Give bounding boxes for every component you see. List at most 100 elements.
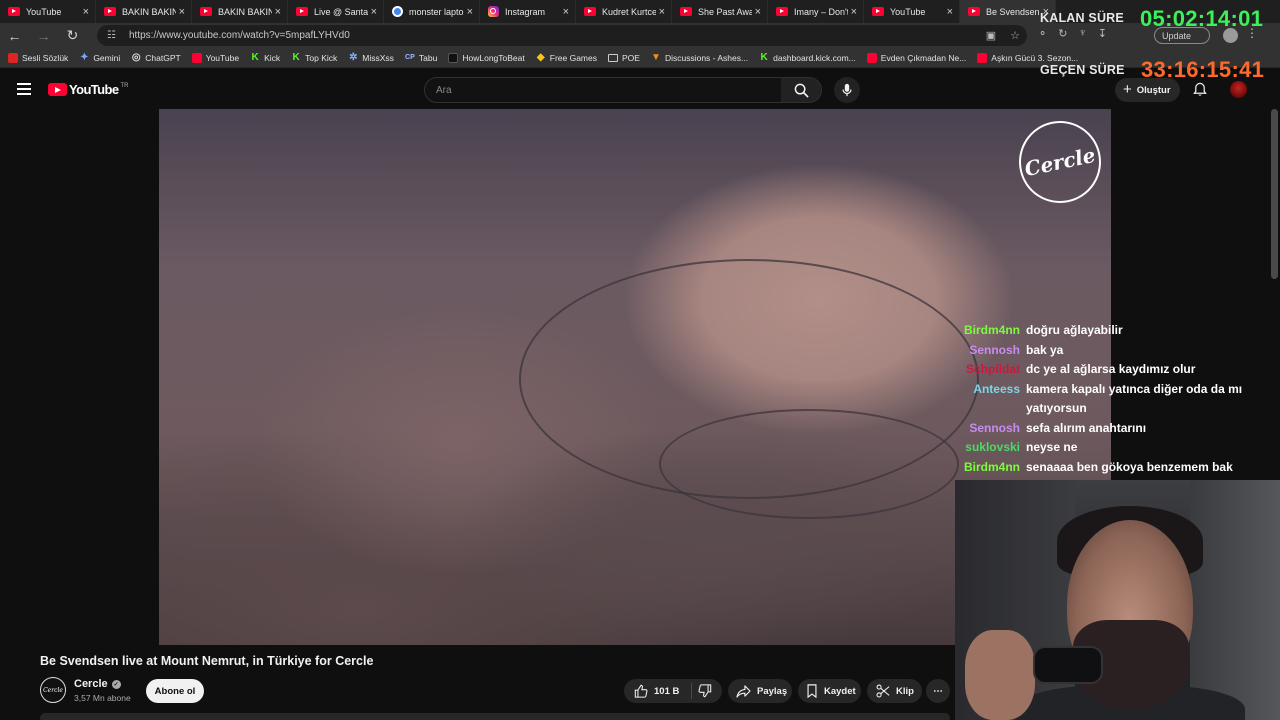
share-label: Paylaş — [757, 685, 788, 697]
bookmark-favicon-icon: ◎ — [131, 52, 141, 63]
bookmark-item[interactable]: K Kick — [250, 52, 280, 63]
close-tab-icon[interactable]: × — [563, 6, 569, 18]
browser-tab[interactable]: She Past Away× — [672, 0, 768, 23]
install-app-icon[interactable]: ▣ — [979, 29, 1003, 42]
bookmark-star-icon[interactable]: ☆ — [1003, 29, 1027, 42]
like-dislike-group: 101 B — [624, 679, 722, 703]
browser-tab[interactable]: Live @ Santa C× — [288, 0, 384, 23]
browser-tab[interactable]: BAKIN BAKIN × — [192, 0, 288, 23]
back-icon[interactable]: ← — [0, 28, 29, 44]
bookmark-label: Tabu — [418, 52, 438, 63]
bookmark-favicon-icon — [8, 52, 18, 63]
tab-title: YouTube — [26, 6, 62, 17]
account-avatar[interactable] — [1230, 81, 1247, 98]
like-button[interactable]: 101 B — [634, 684, 679, 698]
channel-avatar-text: Cercle — [43, 686, 63, 694]
bookmark-item[interactable]: Kdashboard.kick.com... — [759, 52, 856, 63]
browser-tab[interactable]: YouTube × — [0, 0, 96, 23]
close-tab-icon[interactable]: × — [755, 6, 761, 18]
logo-text: YouTube — [69, 82, 119, 97]
microphone-icon — [842, 83, 852, 97]
reload-icon[interactable]: ↻ — [58, 27, 87, 44]
instagram-icon — [488, 6, 499, 17]
bookmark-label: Gemini — [93, 52, 121, 63]
browser-tab[interactable]: Instagram × — [480, 0, 576, 23]
bookmark-favicon-icon: ✦ — [80, 52, 89, 63]
browser-tab[interactable]: Kudret Kurtcel × — [576, 0, 672, 23]
thumbs-down-icon — [698, 684, 712, 698]
browser-tab[interactable]: YouTube × — [864, 0, 960, 23]
save-button[interactable]: Kaydet — [798, 679, 861, 703]
cercle-watermark-logo: Cercle — [1011, 113, 1109, 211]
address-bar[interactable]: ☷ https://www.youtube.com/watch?v=5mpafL… — [97, 25, 1027, 46]
bookmark-label: Sesli Sözlük — [22, 52, 69, 63]
webcam-background — [1190, 480, 1280, 720]
close-tab-icon[interactable]: × — [659, 6, 665, 18]
chat-message: Sennosh bak ya — [960, 341, 1260, 361]
bookmark-item[interactable]: Evden Çıkmadan Ne... — [866, 52, 966, 63]
bookmark-item[interactable]: HowLongToBeat — [448, 52, 525, 63]
scissors-icon — [876, 684, 890, 698]
bookmark-favicon-icon — [191, 52, 202, 63]
bookmark-item[interactable]: ◆ Free Games — [536, 52, 597, 63]
browser-tab[interactable]: BAKIN BAKIN × — [96, 0, 192, 23]
bookmark-favicon-icon — [608, 53, 618, 62]
bookmark-item[interactable]: YouTube — [191, 52, 239, 63]
bookmark-item[interactable]: ✦ Gemini — [79, 52, 121, 63]
close-tab-icon[interactable]: × — [947, 6, 953, 18]
channel-name[interactable]: Cercle ✓ — [74, 678, 121, 690]
bookmark-favicon-icon: ▼ — [651, 52, 661, 63]
forward-icon[interactable]: → — [29, 28, 58, 44]
remaining-time-label: KALAN SÜRE — [1040, 11, 1124, 25]
description-box[interactable] — [40, 713, 950, 720]
tab-title: BAKIN BAKIN — [218, 6, 272, 17]
youtube-icon — [584, 7, 596, 16]
bookmark-item[interactable]: ◎ ChatGPT — [131, 52, 181, 63]
close-tab-icon[interactable]: × — [371, 6, 377, 18]
more-actions-button[interactable]: ⋯ — [926, 679, 950, 703]
youtube-icon — [872, 7, 884, 16]
bookmark-item[interactable]: ▼ Discussions - Ashes... — [651, 52, 748, 63]
dislike-button[interactable] — [698, 684, 718, 701]
stream-chat-overlay: Birdm4nn doğru ağlayabilir Sennosh bak ya Sc… — [960, 321, 1260, 477]
site-info-icon[interactable]: ☷ — [107, 30, 119, 41]
tab-title: BAKIN BAKIN — [122, 6, 176, 17]
share-button[interactable]: Paylaş — [728, 679, 792, 703]
page-scrollbar[interactable] — [1271, 109, 1278, 279]
stream-timer-overlay: KALAN SÜRE 05:02:14:01 GEÇEN SÜRE 33:16:… — [1034, 2, 1280, 82]
url-text[interactable]: https://www.youtube.com/watch?v=5mpafLYH… — [129, 30, 979, 41]
channel-avatar[interactable]: Cercle — [40, 677, 66, 703]
close-tab-icon[interactable]: × — [467, 6, 473, 18]
notifications-icon[interactable] — [1193, 82, 1207, 102]
channel-name-text: Cercle — [74, 678, 108, 690]
close-tab-icon[interactable]: × — [179, 6, 185, 18]
youtube-icon — [968, 7, 980, 16]
browser-tab[interactable]: monster laptop × — [384, 0, 480, 23]
close-tab-icon[interactable]: × — [275, 6, 281, 18]
bookmark-label: POE — [622, 52, 640, 63]
youtube-logo[interactable]: YouTube TR — [48, 82, 128, 97]
bookmark-item[interactable]: POE — [608, 53, 640, 63]
bookmark-label: dashboard.kick.com... — [773, 52, 856, 63]
bookmark-favicon-icon: K — [292, 52, 300, 63]
bookmark-item[interactable]: Sesli Sözlük — [8, 52, 69, 63]
subscribe-button[interactable]: Abone ol — [146, 679, 204, 703]
webcam-microphone — [1033, 646, 1103, 684]
chat-text: kamera kapalı yatınca diğer oda da mı ya… — [1026, 381, 1243, 416]
like-count: 101 B — [654, 685, 680, 697]
voice-search-button[interactable] — [834, 77, 860, 103]
close-tab-icon[interactable]: × — [851, 6, 857, 18]
bookmark-item[interactable]: CP Tabu — [405, 53, 437, 63]
browser-tab[interactable]: Imany – Don't × — [768, 0, 864, 23]
search-input[interactable]: Ara — [424, 77, 782, 103]
bookmark-item[interactable]: ✲ MissXss — [348, 52, 394, 63]
bookmark-label: Top Kick — [305, 52, 338, 63]
menu-icon[interactable] — [17, 83, 31, 98]
bookmark-favicon-icon: ◆ — [536, 52, 545, 63]
search-button[interactable] — [781, 77, 822, 103]
region-code: TR — [120, 82, 129, 89]
clip-button[interactable]: Klip — [867, 679, 922, 703]
bookmark-item[interactable]: K Top Kick — [291, 52, 338, 63]
close-tab-icon[interactable]: × — [83, 6, 89, 18]
subscriber-count: 3,57 Mn abone — [74, 693, 131, 703]
